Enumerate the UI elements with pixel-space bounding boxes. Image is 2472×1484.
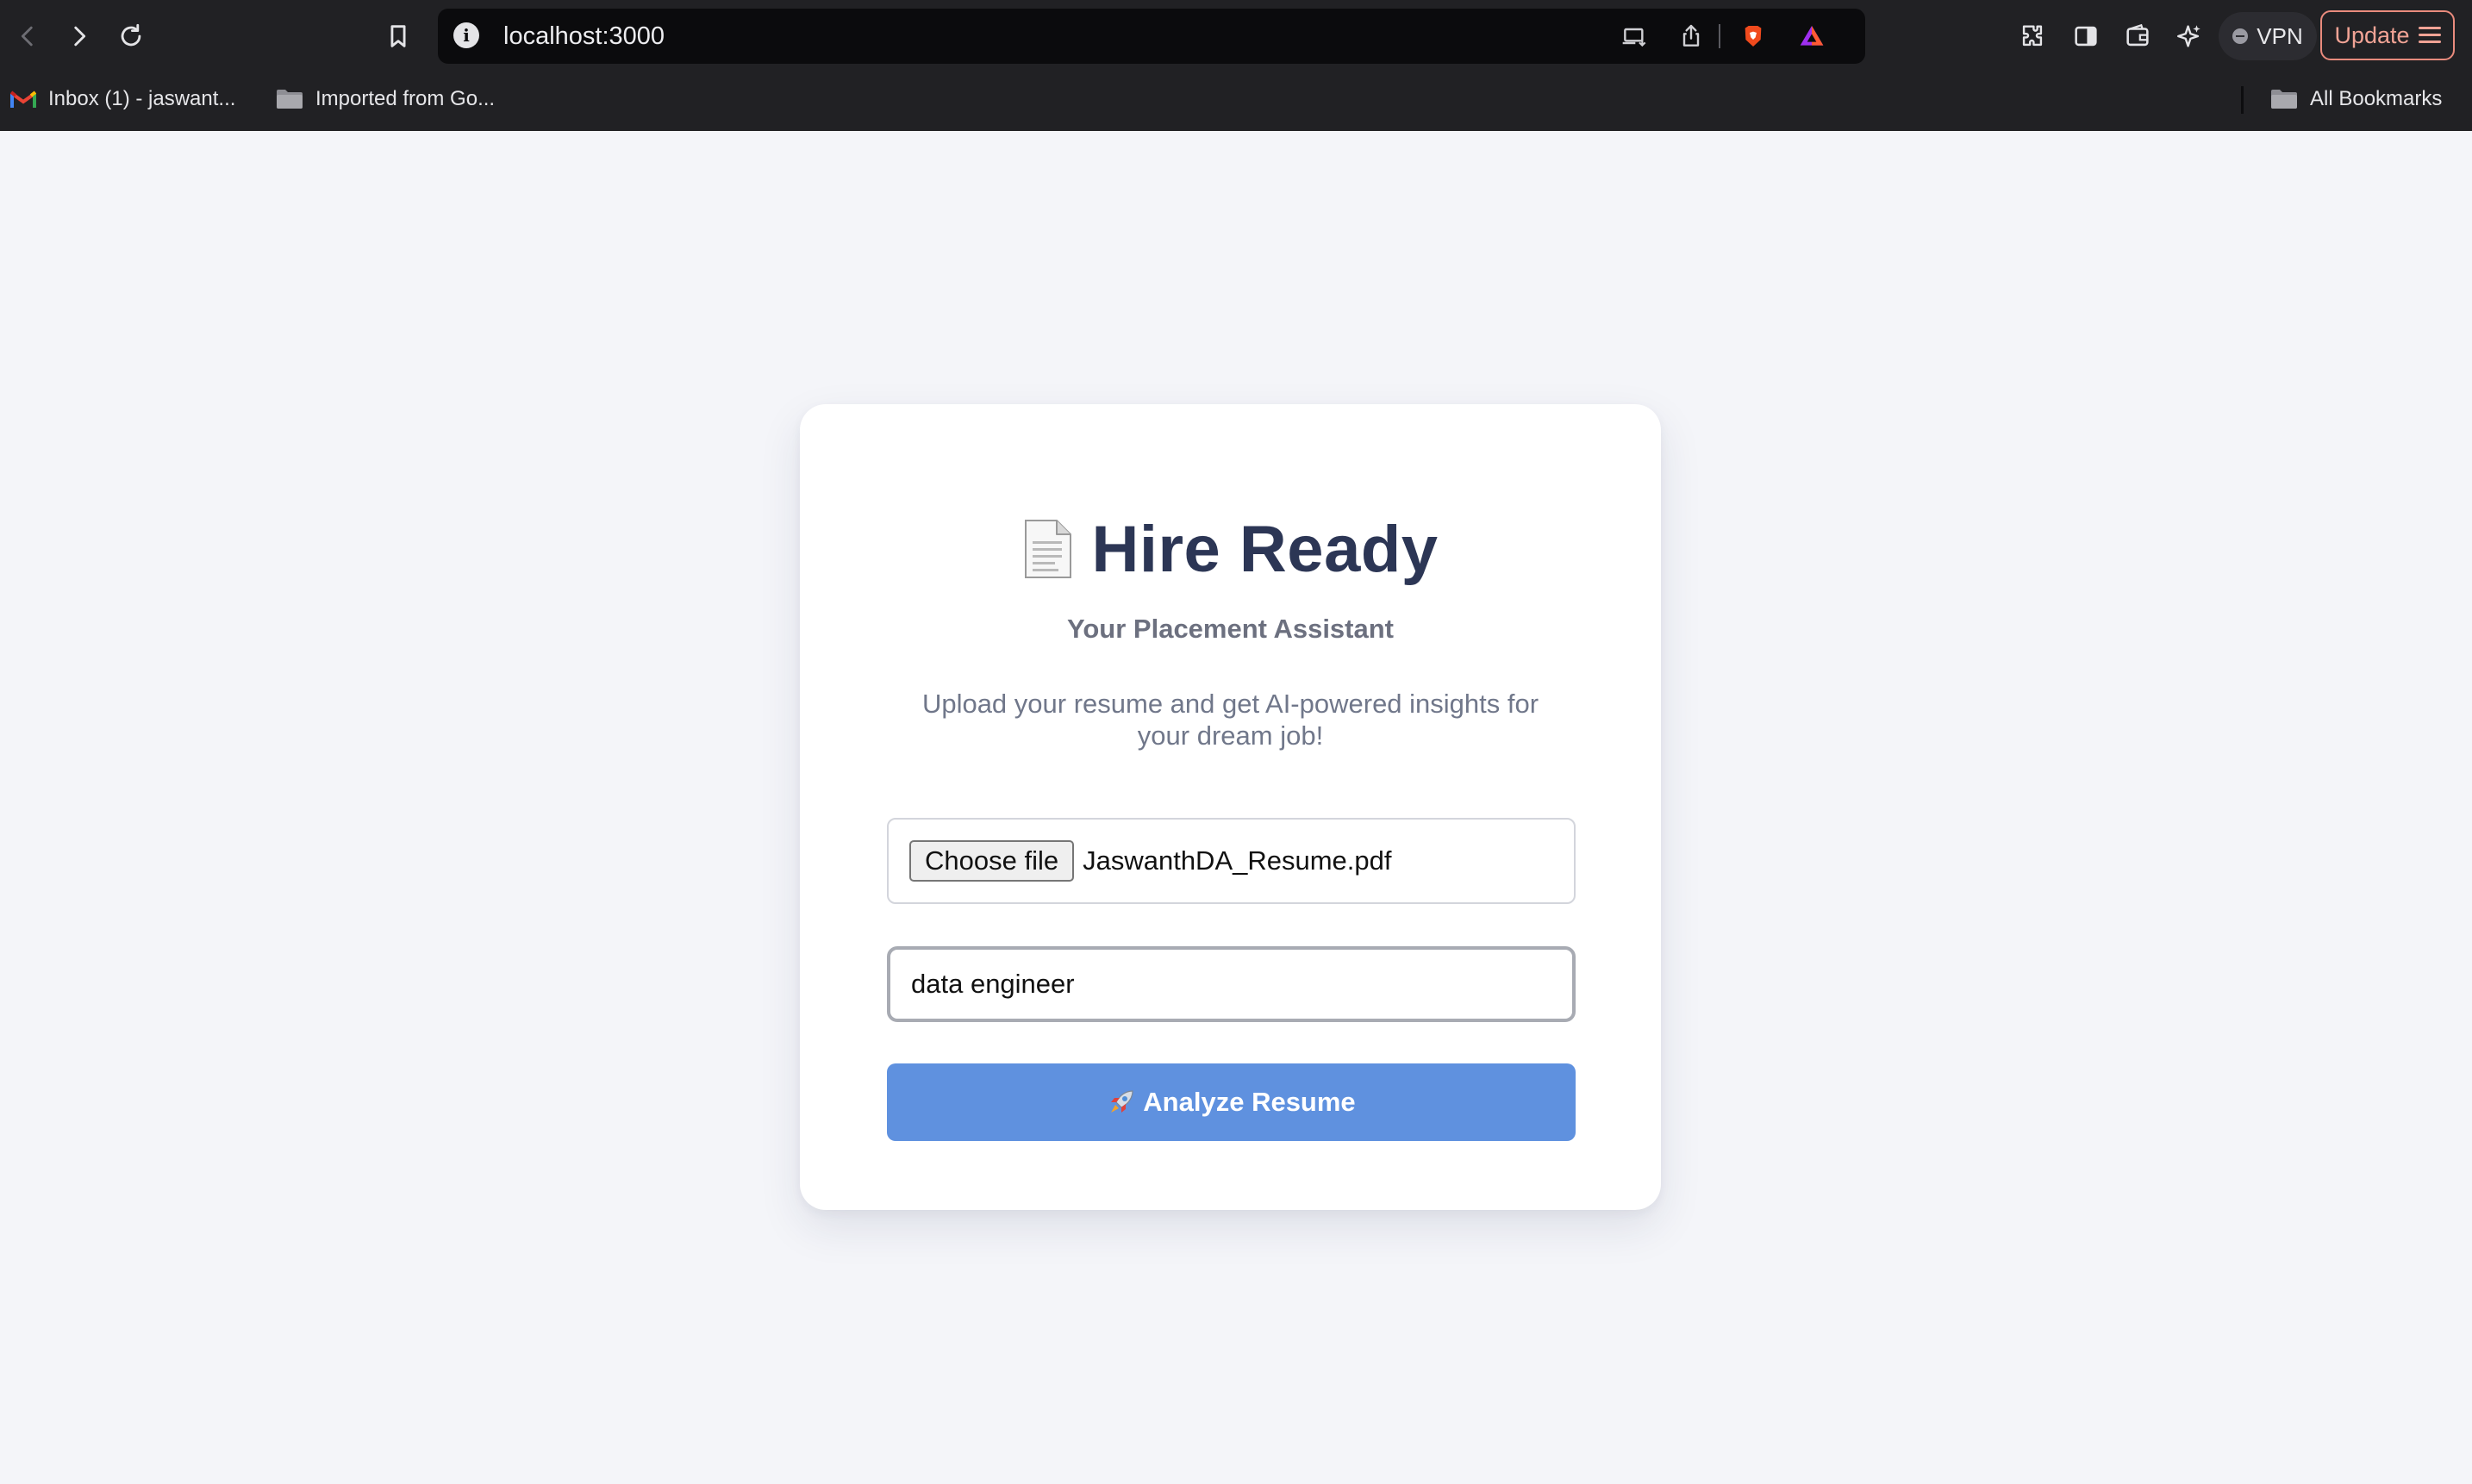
- wallet-icon[interactable]: [2117, 16, 2158, 57]
- upload-card: Hire Ready Your Placement Assistant Uplo…: [800, 404, 1661, 1210]
- site-info-icon[interactable]: i: [453, 22, 479, 48]
- document-icon: [1025, 520, 1072, 578]
- address-bar[interactable]: i localhost:3000: [438, 9, 1865, 64]
- update-label: Update: [2334, 22, 2410, 48]
- job-role-input[interactable]: [887, 946, 1576, 1022]
- page-title: Hire Ready: [1091, 512, 1439, 586]
- share-icon[interactable]: [1676, 21, 1707, 52]
- browser-chrome: i localhost:3000 VPN Update Inbox (1) - …: [0, 0, 2472, 131]
- page-description: Upload your resume and get AI-powered in…: [921, 689, 1539, 751]
- sidebar-icon[interactable]: [2065, 16, 2107, 57]
- bookmark-label: Inbox (1) - jaswant...: [48, 87, 236, 110]
- vpn-label: VPN: [2257, 22, 2303, 49]
- bookmark-item-imported[interactable]: Imported from Go...: [276, 78, 495, 121]
- bookmarks-separator: [2241, 86, 2244, 114]
- forward-icon[interactable]: [59, 16, 100, 57]
- resume-file-input[interactable]: Choose file JaswanthDA_Resume.pdf: [887, 818, 1576, 904]
- extensions-icon[interactable]: [2012, 16, 2053, 57]
- choose-file-button[interactable]: Choose file: [909, 840, 1075, 882]
- vpn-button[interactable]: VPN: [2219, 12, 2317, 60]
- bookmark-label: Imported from Go...: [315, 87, 496, 110]
- gmail-icon: [10, 90, 36, 108]
- bookmark-icon[interactable]: [378, 16, 419, 57]
- browser-toolbar: i localhost:3000 VPN Update: [0, 0, 2472, 72]
- all-bookmarks-label: All Bookmarks: [2310, 87, 2443, 110]
- analyze-resume-button[interactable]: Analyze Resume: [887, 1063, 1576, 1141]
- brave-shields-icon[interactable]: [1738, 21, 1769, 52]
- back-icon[interactable]: [7, 16, 48, 57]
- page-subtitle: Your Placement Assistant: [1066, 614, 1394, 644]
- all-bookmarks-button[interactable]: All Bookmarks: [2270, 78, 2442, 121]
- bookmark-item-inbox[interactable]: Inbox (1) - jaswant...: [10, 78, 235, 121]
- analyze-button-label: Analyze Resume: [1143, 1087, 1356, 1117]
- title-row: Hire Ready: [800, 506, 1661, 592]
- rocket-icon: [1111, 1090, 1133, 1113]
- update-button[interactable]: Update: [2320, 10, 2455, 60]
- vpn-status-icon: [2232, 28, 2249, 44]
- menu-icon: [2418, 27, 2441, 44]
- install-app-icon[interactable]: [1619, 21, 1650, 52]
- brave-rewards-icon[interactable]: [1796, 21, 1827, 52]
- url-separator: [1719, 24, 1720, 48]
- folder-icon: [277, 90, 303, 109]
- reload-icon[interactable]: [110, 16, 152, 57]
- url-text[interactable]: localhost:3000: [503, 9, 665, 64]
- folder-icon: [2271, 90, 2297, 109]
- selected-file-name: JaswanthDA_Resume.pdf: [1083, 845, 1392, 876]
- leo-ai-icon[interactable]: [2169, 16, 2210, 57]
- bookmarks-bar: Inbox (1) - jaswant... Imported from Go.…: [0, 78, 2472, 121]
